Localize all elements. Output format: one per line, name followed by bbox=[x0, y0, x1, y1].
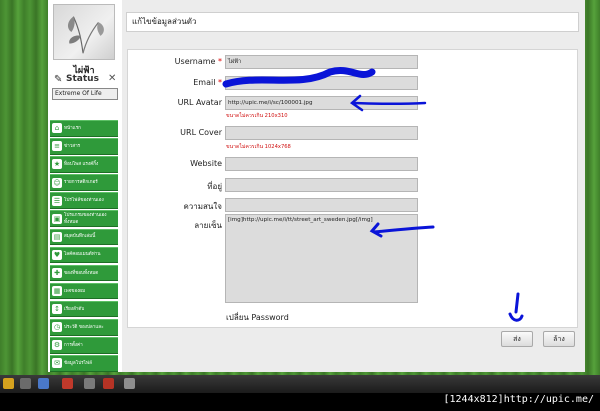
sidebar-menu: ⌂ หน้าแรก ≡ ข่าวสาร ★ ท็อปโพส แรงค์กิ้ง ☺ รา… bbox=[50, 120, 118, 373]
sidebar-item-favorites[interactable]: ✚ ของที่ชอบทั้งหมด bbox=[50, 264, 118, 282]
sidebar-item-likes[interactable]: ♥ ไลค์คอมเมนต์ท่าน bbox=[50, 246, 118, 264]
sidebar-item-history[interactable]: ◷ ประวัติ ของปลาและ bbox=[50, 319, 118, 336]
sidebar-item-info[interactable]: ✉ ข้อมูลโปรไฟล์ bbox=[50, 355, 118, 372]
sidebar-item-page[interactable]: ▦ เพจของผม bbox=[50, 282, 118, 300]
cover-size-hint: ขนาดไม่ควรเกิน 1024x768 bbox=[226, 144, 291, 150]
avatar-url-field[interactable]: http://upic.me/i/sc/100001.jpg bbox=[225, 96, 418, 110]
sidebar-item-label: ของที่ชอบทั้งหมด bbox=[64, 270, 99, 276]
sidebar-item-news[interactable]: ≡ ข่าวสาร bbox=[50, 138, 118, 155]
signature-label: ลายเซ็น bbox=[194, 221, 222, 230]
cover-url-field[interactable] bbox=[225, 126, 418, 140]
signature-textarea[interactable]: [img]http://upic.me/i/tt/street_art_swed… bbox=[225, 214, 418, 303]
news-icon: ≡ bbox=[52, 141, 62, 152]
page-icon: ▦ bbox=[52, 286, 62, 297]
website-field[interactable] bbox=[225, 157, 418, 171]
like-icon: ♥ bbox=[52, 249, 62, 260]
change-password-link[interactable]: เปลี่ยน Password bbox=[226, 311, 289, 324]
tools-icon[interactable]: ✕ bbox=[108, 73, 116, 84]
submit-button[interactable]: ส่ง bbox=[501, 331, 533, 347]
info-icon: ✉ bbox=[52, 358, 62, 369]
sidebar-item-label: เรียงลำดับ bbox=[64, 306, 85, 312]
sidebar-item-stickers[interactable]: ☺ รายการสติกเกอร์ bbox=[50, 174, 118, 191]
star-icon: ★ bbox=[52, 159, 62, 170]
address-field[interactable] bbox=[225, 178, 418, 192]
username-label: Username * bbox=[174, 57, 222, 66]
email-label: Email * bbox=[193, 78, 222, 87]
sidebar-item-label: ไลค์คอมเมนต์ท่าน bbox=[64, 252, 101, 258]
avatar-url-label: URL Avatar bbox=[177, 98, 222, 107]
avatar[interactable] bbox=[53, 4, 115, 60]
sidebar-item-label: สมุดบันทึกเล่มนี้ bbox=[64, 234, 96, 240]
notebook-icon: ▤ bbox=[52, 231, 62, 242]
taskbar-app-icon[interactable] bbox=[62, 378, 73, 389]
avatar-size-hint: ขนาดไม่ควรเกิน 210x310 bbox=[226, 113, 288, 119]
sidebar-item-label: ข้อมูลโปรไฟล์ bbox=[64, 360, 92, 366]
sidebar-item-profile[interactable]: ☰ โปรไฟล์ของท่านเอง bbox=[50, 192, 118, 209]
sidebar-item-home[interactable]: ⌂ หน้าแรก bbox=[50, 120, 118, 137]
avatar-plant-image bbox=[67, 16, 104, 54]
sidebar-item-label: หน้าแรก bbox=[64, 125, 81, 131]
taskbar-app-icon[interactable] bbox=[124, 378, 135, 389]
website-label: Website bbox=[190, 159, 222, 168]
history-icon: ◷ bbox=[52, 322, 62, 333]
sidebar-item-top-posts[interactable]: ★ ท็อปโพส แรงค์กิ้ง bbox=[50, 156, 118, 173]
interest-label: ความสนใจ bbox=[183, 202, 222, 211]
sidebar-item-programs[interactable]: ▣ โปรแกรมของท่านเองทั้งหมด bbox=[50, 210, 118, 227]
sidebar-item-settings[interactable]: ⚙ การตั้งค่า bbox=[50, 337, 118, 354]
sidebar-item-label: โปรไฟล์ของท่านเอง bbox=[64, 198, 104, 204]
taskbar-app-icon[interactable] bbox=[20, 378, 31, 389]
favorite-icon: ✚ bbox=[52, 268, 62, 278]
status-row: ✎ Status ✕ bbox=[52, 73, 118, 86]
status-label: Status bbox=[66, 74, 99, 84]
clear-button[interactable]: ล้าง bbox=[543, 331, 575, 347]
interest-field[interactable] bbox=[225, 198, 418, 212]
sidebar-item-label: รายการสติกเกอร์ bbox=[64, 180, 98, 186]
status-text[interactable]: Extreme Of Life bbox=[52, 88, 118, 100]
home-icon: ⌂ bbox=[52, 123, 62, 134]
taskbar-app-icon[interactable] bbox=[38, 378, 49, 389]
pencil-icon[interactable]: ✎ bbox=[54, 74, 62, 85]
sidebar-item-label: ท็อปโพส แรงค์กิ้ง bbox=[64, 161, 99, 167]
sidebar-item-notebook[interactable]: ▤ สมุดบันทึกเล่มนี้ bbox=[50, 228, 118, 246]
address-label: ที่อยู่ bbox=[207, 182, 222, 191]
username-field[interactable]: ไผ่ฟ้า bbox=[225, 55, 418, 69]
cover-url-label: URL Cover bbox=[180, 128, 222, 137]
taskbar-app-icon[interactable] bbox=[84, 378, 95, 389]
sidebar-item-label: เพจของผม bbox=[64, 288, 86, 294]
sidebar-item-label: โปรแกรมของท่านเองทั้งหมด bbox=[64, 212, 107, 225]
sticker-icon: ☺ bbox=[52, 177, 62, 188]
sidebar-item-sort[interactable]: ↕ เรียงลำดับ bbox=[50, 300, 118, 318]
email-field[interactable] bbox=[225, 76, 418, 90]
settings-icon: ⚙ bbox=[52, 340, 62, 351]
image-host-credit: [1244x812]http://upic.me/ bbox=[443, 394, 594, 405]
page-title: แก้ไขข้อมูลส่วนตัว bbox=[126, 12, 579, 32]
sidebar-item-label: ประวัติ ของปลาและ bbox=[64, 324, 104, 330]
program-icon: ▣ bbox=[52, 213, 62, 224]
sidebar-item-label: ข่าวสาร bbox=[64, 143, 81, 149]
taskbar-app-icon[interactable] bbox=[103, 378, 114, 389]
profile-icon: ☰ bbox=[52, 195, 62, 206]
sidebar-item-label: การตั้งค่า bbox=[64, 342, 83, 348]
windows-start-icon[interactable] bbox=[3, 378, 14, 389]
sort-icon: ↕ bbox=[52, 304, 62, 315]
